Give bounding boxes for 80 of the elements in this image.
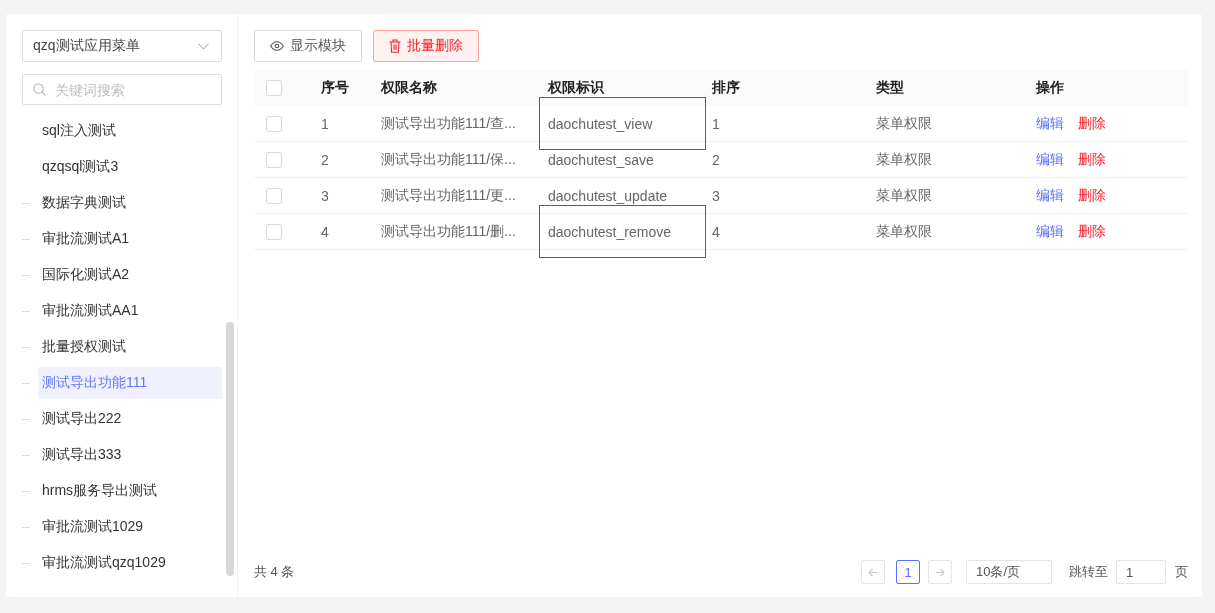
table-cell: 3 (712, 187, 720, 204)
show-modules-button[interactable]: 显示模块 (254, 30, 362, 62)
table-cell: 测试导出功能111/删... (381, 222, 516, 241)
edit-link[interactable]: 编辑 (1036, 222, 1064, 241)
table-cell: 测试导出功能111/更... (381, 186, 516, 205)
tree-item[interactable]: 数据字典测试 (38, 187, 222, 219)
tree-item[interactable]: 测试导出333 (38, 439, 222, 471)
tree-line-icon (22, 346, 30, 348)
row-checkbox[interactable] (266, 151, 282, 168)
column-header: 序号 (321, 79, 349, 97)
table-cell: 1 (321, 115, 329, 132)
tree-item[interactable]: 审批流测试AA1 (38, 295, 222, 327)
table-cell: 菜单权限 (876, 114, 932, 133)
eye-icon (270, 41, 284, 51)
row-checkbox[interactable] (266, 115, 282, 132)
tree-line-icon (22, 454, 30, 456)
table-cell: 2 (321, 151, 329, 168)
tree-item[interactable]: 审批流测试A1 (38, 223, 222, 255)
tree-item[interactable]: sql注入测试 (38, 115, 222, 147)
tree-item[interactable]: qzqsql测试3 (38, 151, 222, 183)
page-size-select[interactable]: 10条/页 (966, 560, 1052, 584)
trash-icon (389, 39, 401, 53)
total-count: 共 4 条 (254, 563, 296, 581)
jump-label: 跳转至 (1069, 563, 1108, 581)
tree-item[interactable]: 测试导出222 (38, 403, 222, 435)
tree-item[interactable]: hrms服务导出测试 (38, 475, 222, 507)
column-header: 权限名称 (381, 79, 437, 97)
tree-line-icon (22, 202, 30, 204)
tree-line-icon (22, 490, 30, 492)
row-checkbox[interactable] (266, 223, 282, 240)
search-icon (33, 83, 46, 96)
edit-link[interactable]: 编辑 (1036, 114, 1064, 133)
tree-item[interactable]: 国际化测试A2 (38, 259, 222, 291)
column-header: 排序 (712, 79, 740, 97)
table-cell: daochutest_view (548, 115, 653, 132)
menu-select[interactable]: qzq测试应用菜单 (22, 30, 222, 62)
table-cell: daochutest_save (548, 151, 654, 168)
table-cell: 4 (712, 223, 720, 240)
column-header: 权限标识 (548, 79, 604, 97)
tree-line-icon (22, 418, 30, 420)
tree-line-icon (22, 238, 30, 240)
arrow-left-icon (868, 567, 878, 577)
tree-item[interactable]: 测试导出功能111 (38, 367, 222, 399)
table-cell: 测试导出功能111/查... (381, 114, 516, 133)
tree-item[interactable]: 审批流测试qzq1029 (38, 547, 222, 579)
table-cell: 测试导出功能111/保... (381, 150, 516, 169)
table-cell: daochutest_remove (548, 223, 671, 240)
table-cell: 3 (321, 187, 329, 204)
tree-line-icon (22, 526, 30, 528)
table-cell: 4 (321, 223, 329, 240)
tree-item[interactable]: 批量授权测试 (38, 331, 222, 363)
batch-delete-button[interactable]: 批量删除 (373, 30, 479, 62)
select-all-checkbox[interactable] (266, 80, 282, 96)
tree-line-icon (22, 310, 30, 312)
table-cell: 1 (712, 115, 720, 132)
page-button[interactable]: 1 (896, 560, 920, 584)
tree-line-icon (22, 382, 30, 384)
jump-input[interactable]: 1 (1116, 560, 1166, 584)
search-field[interactable]: 关键词搜索 (22, 74, 222, 105)
tree-item[interactable]: 审批流测试1029 (38, 511, 222, 543)
delete-link[interactable]: 删除 (1078, 114, 1106, 133)
row-checkbox[interactable] (266, 187, 282, 204)
tree-line-icon (22, 274, 30, 276)
table-cell: 菜单权限 (876, 186, 932, 205)
table-cell: 菜单权限 (876, 222, 932, 241)
table-cell: daochutest_update (548, 187, 668, 204)
delete-link[interactable]: 删除 (1078, 150, 1106, 169)
delete-link[interactable]: 删除 (1078, 222, 1106, 241)
page-suffix: 页 (1175, 563, 1188, 581)
table-cell: 菜单权限 (876, 150, 932, 169)
column-header: 类型 (876, 79, 904, 97)
chevron-down-icon (198, 42, 209, 50)
scrollbar-thumb[interactable] (226, 322, 234, 576)
edit-link[interactable]: 编辑 (1036, 150, 1064, 169)
column-header: 操作 (1036, 79, 1064, 97)
arrow-right-icon (935, 567, 945, 577)
table-cell: 2 (712, 151, 720, 168)
tree-line-icon (22, 562, 30, 564)
delete-link[interactable]: 删除 (1078, 186, 1106, 205)
edit-link[interactable]: 编辑 (1036, 186, 1064, 205)
